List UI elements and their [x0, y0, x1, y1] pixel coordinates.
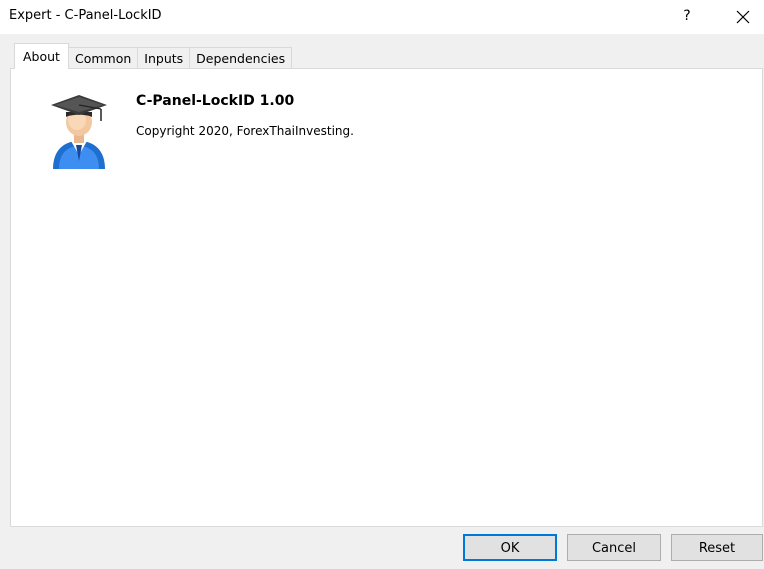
product-name: C-Panel-LockID 1.00 [136, 93, 295, 109]
close-button[interactable] [728, 4, 758, 28]
expert-dialog: Expert - C-Panel-LockID ? About Common I… [0, 0, 764, 569]
graduate-user-icon [51, 95, 107, 169]
title-bar: Expert - C-Panel-LockID ? [0, 0, 764, 34]
copyright-text: Copyright 2020, ForexThaiInvesting. [136, 124, 354, 138]
window-title: Expert - C-Panel-LockID [9, 8, 162, 23]
about-panel: C-Panel-LockID 1.00 Copyright 2020, Fore… [10, 68, 763, 527]
tab-about[interactable]: About [14, 43, 69, 69]
tab-common[interactable]: Common [67, 47, 139, 69]
tab-dependencies[interactable]: Dependencies [189, 47, 293, 69]
tab-inputs[interactable]: Inputs [137, 47, 191, 69]
help-button[interactable]: ? [672, 4, 702, 28]
tab-bar: About Common Inputs Dependencies [14, 43, 293, 69]
reset-button[interactable]: Reset [671, 534, 763, 561]
close-icon [736, 10, 750, 23]
cancel-button[interactable]: Cancel [567, 534, 661, 561]
ok-button[interactable]: OK [463, 534, 557, 561]
